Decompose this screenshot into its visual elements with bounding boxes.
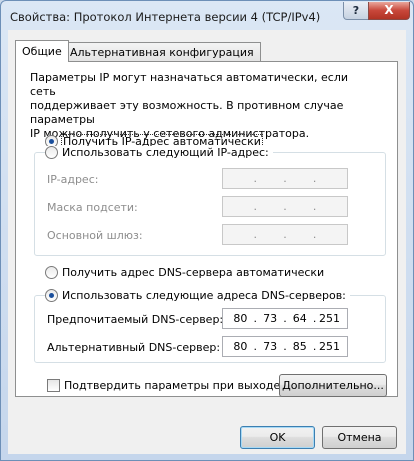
radio-dns-auto-indicator[interactable] (45, 266, 58, 279)
preferred-dns-label: Предпочитаемый DNS-сервер: (47, 313, 224, 326)
radio-dns-manual[interactable]: Использовать следующие адреса DNS-сервер… (45, 289, 350, 302)
ip-address-label: IP-адрес: (47, 173, 99, 186)
radio-ip-manual-indicator[interactable] (45, 146, 58, 159)
default-gateway-input[interactable]: . . . (222, 224, 348, 245)
default-gateway-label: Основной шлюз: (47, 229, 143, 242)
validate-on-exit-box[interactable] (47, 379, 60, 392)
radio-ip-manual-label: Использовать следующий IP-адрес: (62, 146, 269, 159)
preferred-dns-input[interactable]: 80. 73. 64. 251 (222, 308, 348, 329)
dialog-window: Свойства: Протокол Интернета версии 4 (T… (0, 0, 414, 461)
alternate-dns-label: Альтернативный DNS-сервер: (47, 341, 221, 354)
tab-general[interactable]: Общие (15, 40, 69, 62)
radio-ip-manual[interactable]: Использовать следующий IP-адрес: (45, 146, 273, 159)
radio-dns-auto-label: Получить адрес DNS-сервера автоматически (62, 266, 325, 279)
radio-dns-manual-indicator[interactable] (45, 289, 58, 302)
dialog-client-area: Альтернативная конфигурация Общие Параме… (8, 30, 406, 454)
tab-panel-general: Параметры IP могут назначаться автоматич… (15, 61, 398, 397)
advanced-button[interactable]: Дополнительно... (279, 374, 387, 397)
close-button[interactable]: X (368, 2, 410, 20)
window-title: Свойства: Протокол Интернета версии 4 (T… (10, 10, 321, 24)
cancel-button[interactable]: Отмена (322, 426, 397, 449)
validate-on-exit-checkbox[interactable]: Подтвердить параметры при выходе (47, 379, 280, 392)
help-button[interactable]: ? (343, 2, 369, 20)
radio-dns-manual-label: Использовать следующие адреса DNS-сервер… (62, 289, 346, 302)
tab-alternate-config[interactable]: Альтернативная конфигурация (63, 42, 261, 62)
title-bar[interactable]: Свойства: Протокол Интернета версии 4 (T… (1, 1, 413, 31)
ip-address-input[interactable]: . . . (222, 168, 348, 189)
radio-dns-auto[interactable]: Получить адрес DNS-сервера автоматически (45, 266, 324, 279)
alternate-dns-input[interactable]: 80. 73. 85. 251 (222, 336, 348, 357)
subnet-mask-input[interactable]: . . . (222, 196, 348, 217)
validate-on-exit-label: Подтвердить параметры при выходе (64, 379, 281, 392)
ok-button[interactable]: OK (240, 426, 315, 449)
subnet-mask-label: Маска подсети: (47, 201, 138, 214)
description-text: Параметры IP могут назначаться автоматич… (30, 71, 349, 140)
